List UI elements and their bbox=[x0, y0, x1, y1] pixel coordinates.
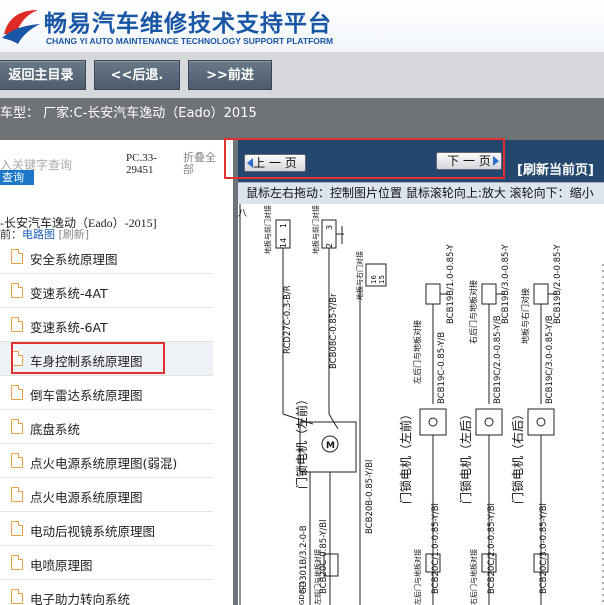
document-code: PC.33- 29451 bbox=[126, 152, 157, 176]
left-panel: 入关键字查询 查询 PC.33- 29451 折叠全 部 -长安汽车逸动（Ead… bbox=[0, 140, 233, 605]
motor-symbol: M bbox=[326, 441, 335, 451]
wire-code: BCB08C-0.85-Y/Br bbox=[329, 293, 339, 369]
list-item-label: 底盘系统 bbox=[30, 422, 81, 437]
app-title: 畅易汽车维修技术支持平台 bbox=[44, 11, 332, 37]
collapse-line2: 部 bbox=[183, 163, 194, 176]
vehicle-model-text: 车型： 厂家:C-长安汽车逸动（Eado）2015 bbox=[0, 106, 257, 121]
diagram-pin-label: 3 bbox=[325, 225, 334, 230]
motor-label: 门锁电机（左后） bbox=[458, 408, 473, 504]
document-icon bbox=[11, 283, 23, 298]
list-item-label: 电喷原理图 bbox=[30, 558, 93, 573]
misc-label: GD301 bbox=[298, 581, 306, 605]
list-item[interactable]: 安全系统原理图 bbox=[0, 240, 213, 274]
connector-label: 左前门与地板对接 bbox=[313, 549, 322, 605]
diagram-pin-label: 14 bbox=[279, 238, 288, 248]
list-item[interactable]: 电子助力转向系统 bbox=[0, 580, 213, 605]
document-list: 安全系统原理图 变速系统-4AT 变速系统-6AT 车身控制系统原理图 倒车雷达… bbox=[0, 240, 213, 605]
diagram-pin-label: 八 bbox=[238, 209, 247, 219]
wire-code: BCB19B/1.0-0.85-Y bbox=[446, 243, 456, 324]
wire-code: RCD27C-0.3-B/R bbox=[283, 285, 293, 354]
wire-code: BCB19B/2.0-0.85-Y bbox=[553, 243, 563, 324]
document-icon bbox=[11, 589, 23, 604]
list-item-label: 电子助力转向系统 bbox=[30, 592, 131, 605]
document-code-line1: PC.33- bbox=[126, 152, 157, 164]
wire-code: BCB20C/2.0-0.85-Y/Bl bbox=[487, 503, 497, 594]
list-item[interactable]: 电动后视镜系统原理图 bbox=[0, 512, 213, 546]
nav-bar: 返回主目录 <<后退. >>前进 bbox=[0, 52, 604, 98]
diagram-pin-label: 2 bbox=[325, 243, 334, 248]
list-item[interactable]: 倒车雷达系统原理图 bbox=[0, 376, 213, 410]
wire-code: BCB20B-0.85-Y/Bl bbox=[365, 460, 375, 534]
document-icon bbox=[11, 249, 23, 264]
connector-label: 右后门与地板对接 bbox=[468, 280, 478, 344]
motor-label: 门锁电机（右后） bbox=[510, 408, 525, 504]
document-icon bbox=[11, 419, 23, 434]
highlight-box-selected-item bbox=[11, 342, 165, 374]
wire-code: BCB19C/3.0-0.85-Y/B bbox=[545, 315, 555, 404]
document-icon bbox=[11, 317, 23, 332]
circuit-diagram-viewer[interactable]: 八 14 1 2 3 地板与前门对接 地板与前门对接 16 15 地板与右门对接… bbox=[238, 204, 604, 605]
wire-code: BCB19C-0.85-Y/B bbox=[437, 332, 447, 404]
connector-label: 地板与前门对接 bbox=[311, 205, 320, 254]
list-item[interactable]: 变速系统-6AT bbox=[0, 308, 213, 342]
wire-code: BCB19B/3.0-0.85-Y bbox=[501, 243, 511, 324]
list-item-label: 变速系统-4AT bbox=[30, 286, 108, 301]
wire-code: BCB20C/1.0-0.85-Y/Bl bbox=[431, 503, 441, 594]
collapse-all-link[interactable]: 折叠全 部 bbox=[183, 152, 216, 176]
connector-label: 地板与右门对接 bbox=[520, 288, 530, 344]
list-item[interactable]: 点火电源系统原理图 bbox=[0, 478, 213, 512]
app-header: 畅易汽车维修技术支持平台 CHANG YI AUTO MAINTENANCE T… bbox=[0, 0, 604, 52]
connector-label: 地板与前门对接 bbox=[263, 205, 272, 254]
list-item-label: 变速系统-6AT bbox=[30, 320, 108, 335]
connector-label: 左后门与地板对接 bbox=[412, 320, 422, 384]
highlight-box-page-buttons bbox=[224, 138, 505, 179]
document-icon bbox=[11, 521, 23, 536]
motor-label: 门锁电机（左前） bbox=[398, 408, 413, 504]
motor-label: 门锁电机（左前） bbox=[294, 393, 309, 489]
connector-label: 右后门与地板对接 bbox=[469, 549, 478, 605]
diagram-pin-label: 16 bbox=[370, 275, 378, 284]
logo bbox=[2, 10, 40, 44]
list-item-label: 电动后视镜系统原理图 bbox=[30, 524, 156, 539]
vehicle-model-bar: 车型： 厂家:C-长安汽车逸动（Eado）2015 bbox=[0, 98, 604, 140]
wire-code: BCB20C/3.0-0.85-Y/Bl bbox=[539, 503, 549, 594]
diagram-pin-label: 15 bbox=[378, 275, 386, 284]
document-icon bbox=[11, 487, 23, 502]
list-item[interactable]: 电喷原理图 bbox=[0, 546, 213, 580]
forward-button[interactable]: >>前进 bbox=[188, 60, 272, 90]
list-item-label: 倒车雷达系统原理图 bbox=[30, 388, 143, 403]
list-item[interactable]: 变速系统-4AT bbox=[0, 274, 213, 308]
document-icon bbox=[11, 555, 23, 570]
diagram-pin-label: 1 bbox=[279, 223, 288, 228]
list-item[interactable]: 点火电源系统原理图(弱混) bbox=[0, 444, 213, 478]
document-icon bbox=[11, 453, 23, 468]
home-button[interactable]: 返回主目录 bbox=[0, 60, 86, 90]
wire-code: BCB19C/2.0-0.85-Y/B bbox=[493, 315, 503, 404]
refresh-page-link[interactable]: [刷新当前页] bbox=[517, 159, 594, 178]
list-item-label: 点火电源系统原理图 bbox=[30, 490, 143, 505]
document-code-line2: 29451 bbox=[126, 164, 154, 176]
circuit-diagram: 八 14 1 2 3 地板与前门对接 地板与前门对接 16 15 地板与右门对接… bbox=[238, 204, 604, 605]
usage-hint: 鼠标左右拖动：控制图片位置 鼠标滚轮向上:放大 滚轮向下：缩小 bbox=[238, 182, 604, 204]
list-item-label: 点火电源系统原理图(弱混) bbox=[30, 456, 178, 471]
search-button[interactable]: 查询 bbox=[0, 170, 34, 185]
back-button[interactable]: <<后退. bbox=[94, 60, 180, 90]
document-icon bbox=[11, 385, 23, 400]
list-item-label: 安全系统原理图 bbox=[30, 252, 118, 267]
app-subtitle: CHANG YI AUTO MAINTENANCE TECHNOLOGY SUP… bbox=[46, 36, 334, 46]
list-item[interactable]: 底盘系统 bbox=[0, 410, 213, 444]
connector-label: 左后门与地板对接 bbox=[413, 549, 422, 605]
